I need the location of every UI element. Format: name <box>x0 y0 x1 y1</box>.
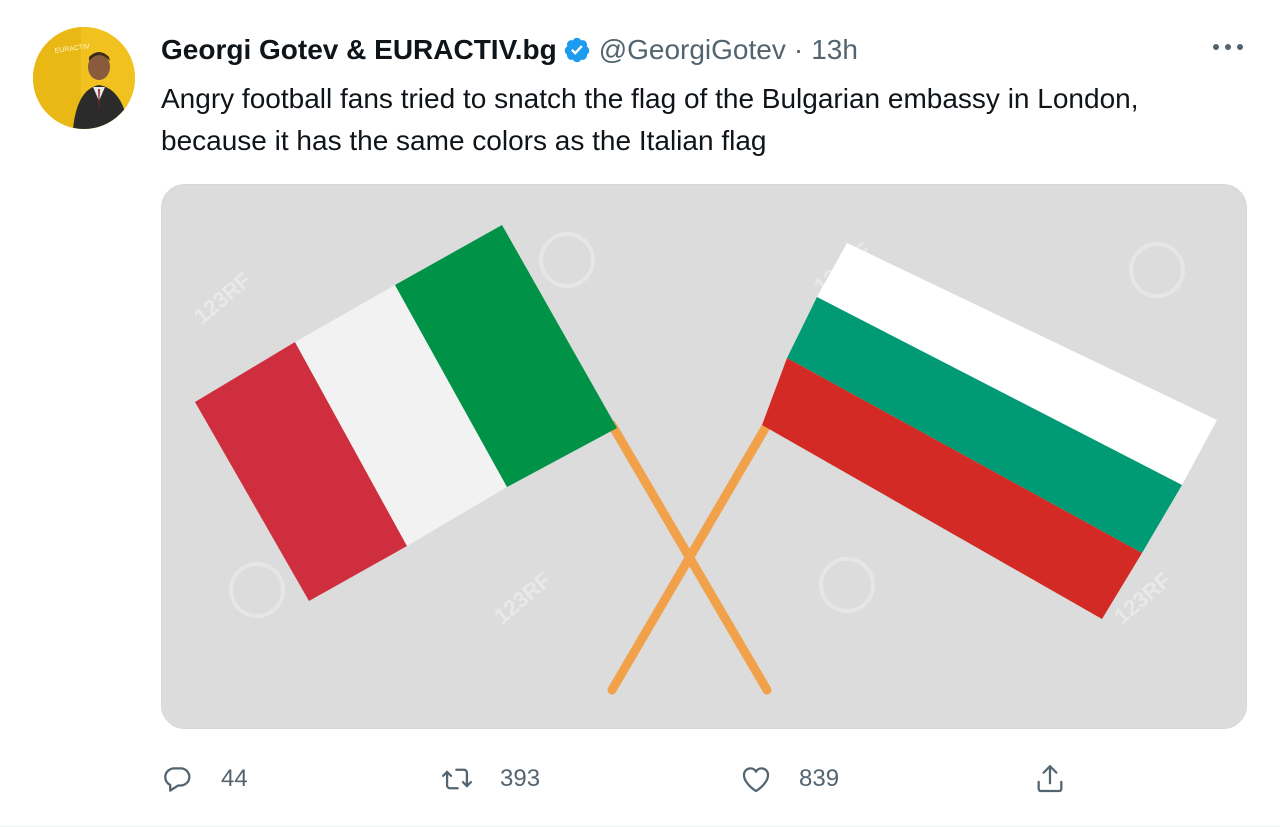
author-name[interactable]: Georgi Gotev & EURACTIV.bg <box>161 34 557 66</box>
header-separator: · <box>793 34 804 65</box>
tweet-actions: 44 393 839 <box>161 756 1161 802</box>
avatar[interactable]: EURACTIV <box>33 27 135 129</box>
crossed-flags-illustration: 123RF 123RF 123RF 123RF <box>162 185 1246 728</box>
more-icon <box>1213 44 1243 50</box>
reply-icon <box>161 762 195 796</box>
retweet-button[interactable]: 393 <box>440 756 540 802</box>
retweet-icon <box>440 762 474 796</box>
heart-icon <box>739 762 773 796</box>
author-handle[interactable]: @GeorgiGotev <box>599 34 786 66</box>
tweet-text: Angry football fans tried to snatch the … <box>161 83 1139 156</box>
reply-count: 44 <box>221 765 248 792</box>
tweet-media-image[interactable]: 123RF 123RF 123RF 123RF <box>161 184 1247 729</box>
retweet-count: 393 <box>500 765 541 792</box>
tweet-card[interactable]: EURACTIV Georgi Gotev & EURACTIV.bg @Geo… <box>0 0 1280 827</box>
avatar-photo: EURACTIV <box>33 27 135 129</box>
more-options-button[interactable] <box>1208 32 1248 62</box>
verified-badge-icon <box>563 36 591 64</box>
like-count: 839 <box>799 765 840 792</box>
like-button[interactable]: 839 <box>739 756 839 802</box>
share-button[interactable] <box>1033 756 1067 802</box>
reply-button[interactable]: 44 <box>161 756 248 802</box>
tweet-timestamp[interactable]: 13h <box>811 34 858 66</box>
share-icon <box>1033 762 1067 796</box>
tweet-header: Georgi Gotev & EURACTIV.bg @GeorgiGotev … <box>161 30 858 70</box>
